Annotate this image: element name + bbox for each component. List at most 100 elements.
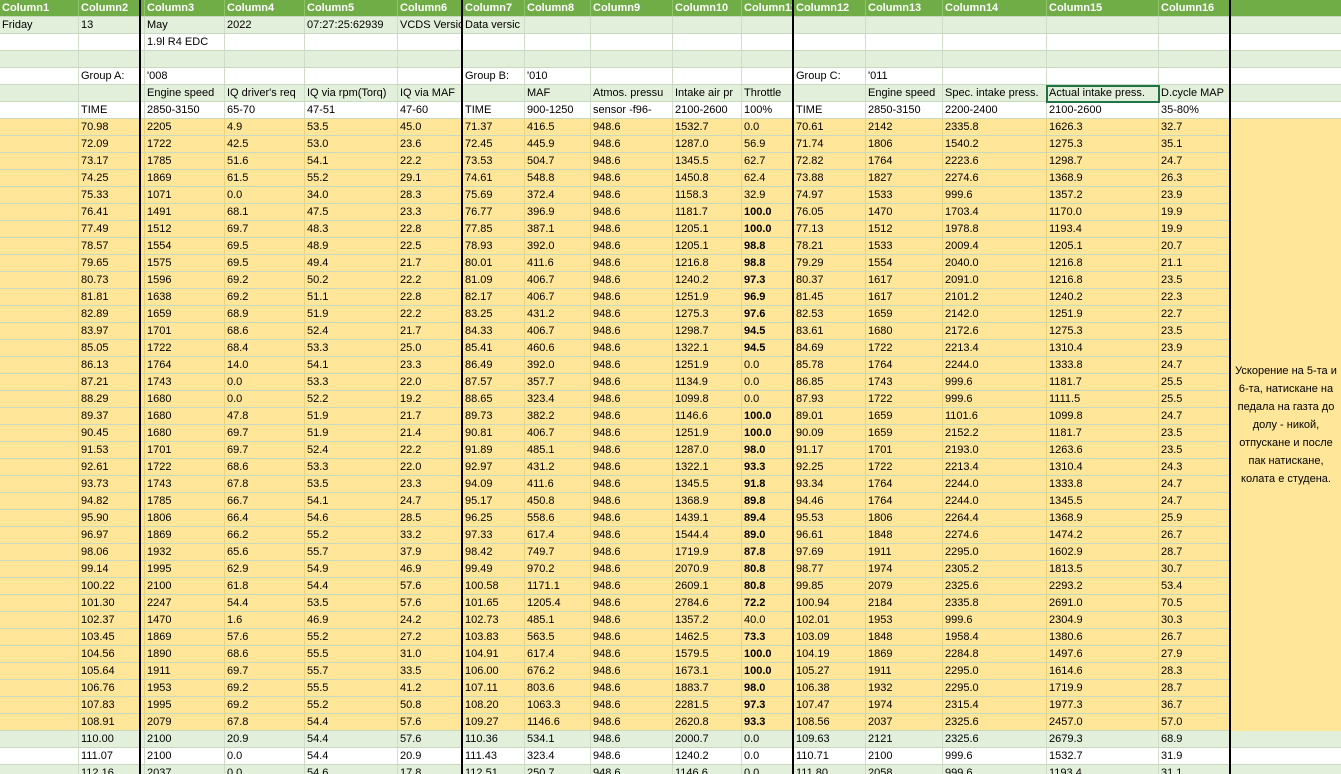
cell[interactable]: 900-1250 — [525, 102, 591, 118]
cell[interactable]: Intake air pr — [673, 85, 742, 101]
column-header[interactable]: Column7 — [463, 0, 525, 16]
cell[interactable]: 22.8 — [398, 289, 463, 305]
cell[interactable]: 110.00 — [79, 731, 145, 747]
cell[interactable]: 33.5 — [398, 663, 463, 679]
cell[interactable]: 1205.1 — [673, 238, 742, 254]
cell[interactable]: 1540.2 — [943, 136, 1047, 152]
cell[interactable] — [742, 51, 794, 67]
column-header[interactable]: Column14 — [943, 0, 1047, 16]
cell[interactable]: 89.0 — [742, 527, 794, 543]
cell[interactable]: 1134.9 — [673, 374, 742, 390]
cell[interactable]: 534.1 — [525, 731, 591, 747]
cell[interactable]: 80.73 — [79, 272, 145, 288]
cell[interactable]: 1932 — [866, 680, 943, 696]
cell[interactable]: 2295.0 — [943, 663, 1047, 679]
cell[interactable]: 86.85 — [794, 374, 866, 390]
cell[interactable]: 2142 — [866, 119, 943, 135]
cell[interactable]: IQ via rpm(Torq) — [305, 85, 398, 101]
cell[interactable] — [742, 68, 794, 84]
cell[interactable]: 1251.9 — [1047, 306, 1159, 322]
cell[interactable]: 2172.6 — [943, 323, 1047, 339]
cell[interactable]: 27.9 — [1159, 646, 1231, 662]
cell[interactable]: 2152.2 — [943, 425, 1047, 441]
cell[interactable]: 2000.7 — [673, 731, 742, 747]
cell[interactable]: 104.91 — [463, 646, 525, 662]
cell[interactable]: 948.6 — [591, 629, 673, 645]
cell[interactable]: 31.9 — [1159, 748, 1231, 764]
cell[interactable] — [0, 323, 79, 339]
cell[interactable]: 34.0 — [305, 187, 398, 203]
cell[interactable]: 87.21 — [79, 374, 145, 390]
cell[interactable]: 1251.9 — [673, 289, 742, 305]
cell[interactable] — [0, 221, 79, 237]
cell[interactable]: 1532.7 — [1047, 748, 1159, 764]
cell[interactable]: 1146.6 — [673, 408, 742, 424]
cell[interactable]: 104.19 — [794, 646, 866, 662]
cell[interactable]: 1251.9 — [673, 425, 742, 441]
cell[interactable]: 1357.2 — [1047, 187, 1159, 203]
cell[interactable]: 23.3 — [398, 357, 463, 373]
cell[interactable] — [0, 272, 79, 288]
cell[interactable]: 1575 — [145, 255, 225, 271]
cell[interactable]: 1680 — [145, 408, 225, 424]
cell[interactable]: 54.4 — [305, 714, 398, 730]
cell[interactable]: 21.4 — [398, 425, 463, 441]
column-header[interactable]: Column5 — [305, 0, 398, 16]
cell[interactable] — [525, 51, 591, 67]
cell[interactable]: 105.27 — [794, 663, 866, 679]
cell[interactable]: 1322.1 — [673, 340, 742, 356]
cell[interactable]: VCDS Versio — [398, 17, 463, 33]
cell[interactable]: 102.73 — [463, 612, 525, 628]
cell[interactable]: 323.4 — [525, 391, 591, 407]
cell[interactable]: 1722 — [866, 391, 943, 407]
cell[interactable]: 108.91 — [79, 714, 145, 730]
cell[interactable]: 1764 — [866, 476, 943, 492]
cell[interactable]: 36.7 — [1159, 697, 1231, 713]
cell[interactable]: 2223.6 — [943, 153, 1047, 169]
cell[interactable]: 948.6 — [591, 765, 673, 774]
cell[interactable]: 53.5 — [305, 595, 398, 611]
cell[interactable]: 77.85 — [463, 221, 525, 237]
cell[interactable]: 69.5 — [225, 238, 305, 254]
cell[interactable] — [145, 51, 225, 67]
cell[interactable]: 82.53 — [794, 306, 866, 322]
cell[interactable]: 2079 — [145, 714, 225, 730]
cell[interactable]: 558.6 — [525, 510, 591, 526]
cell[interactable]: 24.7 — [1159, 357, 1231, 373]
cell[interactable] — [0, 459, 79, 475]
cell[interactable]: 86.49 — [463, 357, 525, 373]
cell[interactable]: 0.0 — [225, 187, 305, 203]
cell[interactable]: 0.0 — [742, 748, 794, 764]
cell[interactable]: 948.6 — [591, 136, 673, 152]
cell[interactable]: 87.57 — [463, 374, 525, 390]
cell[interactable]: 445.9 — [525, 136, 591, 152]
cell[interactable]: 45.0 — [398, 119, 463, 135]
cell[interactable]: IQ via MAF — [398, 85, 463, 101]
cell[interactable]: 948.6 — [591, 238, 673, 254]
cell[interactable] — [0, 680, 79, 696]
cell[interactable]: 21.7 — [398, 408, 463, 424]
column-header[interactable]: Column4 — [225, 0, 305, 16]
cell[interactable]: 109.63 — [794, 731, 866, 747]
cell[interactable]: 100.94 — [794, 595, 866, 611]
cell[interactable]: 107.83 — [79, 697, 145, 713]
cell[interactable]: 1703.4 — [943, 204, 1047, 220]
cell[interactable]: 2325.6 — [943, 714, 1047, 730]
cell[interactable] — [0, 663, 79, 679]
cell[interactable]: IQ driver's req — [225, 85, 305, 101]
cell[interactable] — [0, 102, 79, 118]
cell[interactable]: 93.73 — [79, 476, 145, 492]
cell[interactable]: 0.0 — [742, 765, 794, 774]
cell[interactable]: 19.9 — [1159, 221, 1231, 237]
cell[interactable]: 1181.7 — [673, 204, 742, 220]
cell[interactable]: 93.34 — [794, 476, 866, 492]
cell[interactable]: 1491 — [145, 204, 225, 220]
cell[interactable]: 23.5 — [1159, 323, 1231, 339]
cell[interactable]: 2335.8 — [943, 595, 1047, 611]
cell[interactable]: 49.4 — [305, 255, 398, 271]
cell[interactable]: 93.3 — [742, 714, 794, 730]
cell[interactable]: 1785 — [145, 493, 225, 509]
cell[interactable]: 2070.9 — [673, 561, 742, 577]
cell[interactable]: 13 — [79, 17, 145, 33]
cell[interactable]: 948.6 — [591, 680, 673, 696]
